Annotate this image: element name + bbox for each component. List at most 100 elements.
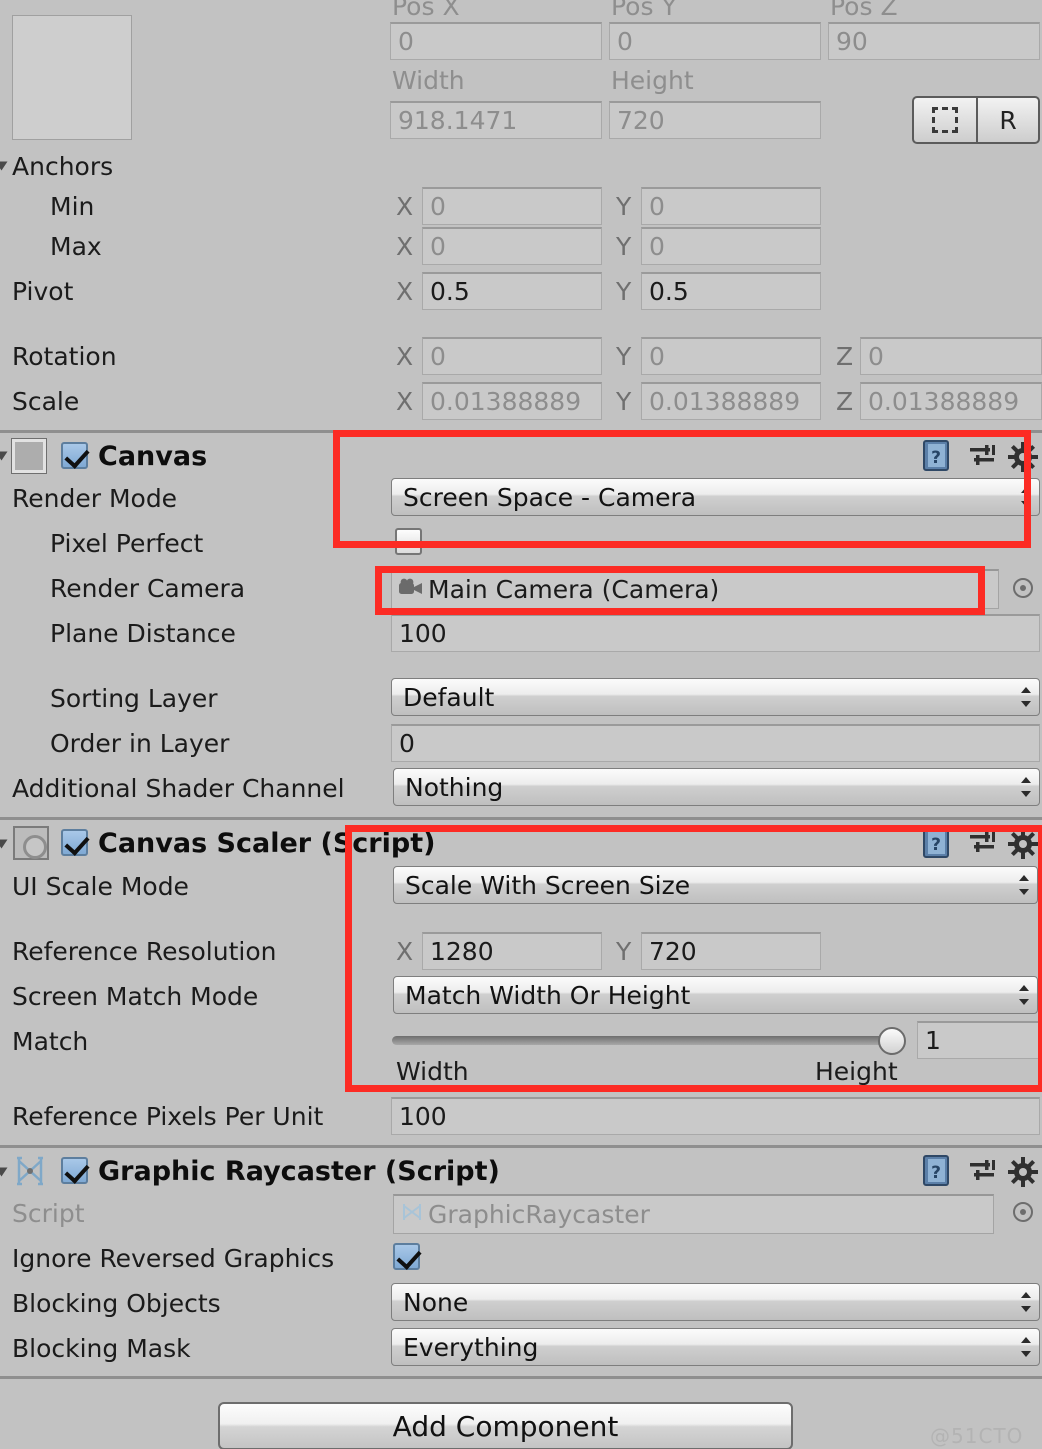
scale-y-axis: Y [616,387,632,416]
preset-icon[interactable] [968,443,996,471]
scale-z-axis: Z [836,387,854,416]
help-icon[interactable]: ? [922,440,952,472]
match-label: Match [12,1027,89,1056]
scale-z-input[interactable]: 0.01388889 [860,382,1042,420]
match-slider-track[interactable] [392,1036,902,1045]
blocking-mask-dropdown[interactable]: Everything [391,1328,1040,1366]
rotation-label: Rotation [12,342,117,371]
graphic-raycaster-enabled-checkbox[interactable] [61,1157,88,1184]
render-camera-value: Main Camera (Camera) [428,575,720,604]
additional-shader-channel-value: Nothing [405,772,504,802]
anchor-min-y-axis: Y [616,192,632,221]
canvas-enabled-checkbox[interactable] [61,442,88,469]
pos-y-header: Pos Y [611,0,677,21]
reference-pixels-per-unit-input[interactable]: 100 [391,1097,1040,1135]
sorting-layer-value: Default [403,682,495,712]
pivot-x-input[interactable]: 0.5 [422,272,602,310]
gear-icon[interactable] [1008,1157,1038,1187]
reference-resolution-y-input[interactable]: 720 [641,932,821,970]
chevron-updown-icon [1019,983,1029,1007]
add-component-button[interactable]: Add Component [218,1402,793,1449]
additional-shader-channel-dropdown[interactable]: Nothing [393,768,1040,806]
anchor-max-y-axis: Y [616,232,632,261]
blocking-objects-label: Blocking Objects [12,1289,221,1318]
pivot-label: Pivot [12,277,74,306]
canvas-foldout-icon[interactable] [0,451,8,461]
chevron-updown-icon [1021,685,1031,709]
pos-y-input[interactable]: 0 [609,22,821,60]
blocking-objects-dropdown[interactable]: None [391,1283,1040,1321]
scale-label: Scale [12,387,80,416]
anchor-max-y-input[interactable]: 0 [641,227,821,265]
sorting-layer-dropdown[interactable]: Default [391,678,1040,716]
scale-x-axis: X [396,387,414,416]
script-icon [400,1200,424,1229]
anchor-min-x-input[interactable]: 0 [422,187,602,225]
blueprint-mode-button[interactable] [914,98,976,142]
pos-z-header: Pos Z [830,0,898,21]
canvas-title: Canvas [98,441,208,472]
footer-separator [0,1376,1042,1379]
reference-resolution-x-input[interactable]: 1280 [422,932,602,970]
reference-resolution-y-axis: Y [616,937,632,966]
render-camera-label: Render Camera [50,574,246,603]
dashed-rect-icon [932,107,958,133]
rotation-y-input[interactable]: 0 [641,337,821,375]
reference-pixels-per-unit-label: Reference Pixels Per Unit [12,1102,324,1131]
height-input[interactable]: 720 [609,101,821,139]
blocking-objects-value: None [403,1287,469,1317]
canvas-scaler-enabled-checkbox[interactable] [61,829,88,856]
scale-y-input[interactable]: 0.01388889 [641,382,821,420]
rect-transform-mode-buttons[interactable]: R [912,96,1040,144]
anchors-foldout-icon[interactable] [0,161,8,171]
canvas-scaler-component-icon [13,826,49,860]
order-in-layer-input[interactable]: 0 [391,724,1040,762]
render-camera-objectfield[interactable]: Main Camera (Camera) [391,569,999,609]
ui-scale-mode-dropdown[interactable]: Scale With Screen Size [393,866,1038,904]
canvas-scaler-foldout-icon[interactable] [0,839,8,849]
gear-icon[interactable] [1008,442,1038,472]
scale-x-input[interactable]: 0.01388889 [422,382,602,420]
preset-icon[interactable] [968,1158,996,1186]
script-label: Script [12,1199,85,1228]
gear-icon[interactable] [1008,829,1038,859]
rotation-y-axis: Y [616,342,632,371]
match-slider-knob[interactable] [878,1027,906,1055]
ignore-reversed-graphics-checkbox[interactable] [393,1243,420,1270]
reference-resolution-x-axis: X [396,937,414,966]
pixel-perfect-checkbox[interactable] [395,528,422,555]
rotation-x-input[interactable]: 0 [422,337,602,375]
preset-icon[interactable] [968,830,996,858]
chevron-updown-icon [1021,1335,1031,1359]
pivot-y-input[interactable]: 0.5 [641,272,821,310]
plane-distance-input[interactable]: 100 [391,614,1040,652]
width-input[interactable]: 918.1471 [390,101,602,139]
svg-text:?: ? [931,835,941,855]
rotation-z-input[interactable]: 0 [860,337,1042,375]
inspector-panel: Pos X Pos Y Pos Z 0 0 90 Width Height 91… [0,0,1042,1449]
script-objectfield: GraphicRaycaster [393,1194,994,1234]
canvas-scaler-title: Canvas Scaler (Script) [98,828,436,859]
match-value-input[interactable]: 1 [917,1021,1042,1059]
anchor-max-x-input[interactable]: 0 [422,227,602,265]
raw-edit-mode-button[interactable]: R [976,98,1038,142]
help-icon[interactable]: ? [922,827,952,859]
help-icon[interactable]: ? [922,1155,952,1187]
pos-z-input[interactable]: 90 [828,22,1040,60]
render-camera-select-icon[interactable] [1013,578,1033,598]
component-preview-thumbnail [12,15,132,140]
chevron-updown-icon [1019,873,1029,897]
anchor-max-label: Max [50,232,102,261]
anchor-min-y-input[interactable]: 0 [641,187,821,225]
graphic-raycaster-foldout-icon[interactable] [0,1167,8,1177]
plane-distance-label: Plane Distance [50,619,236,648]
anchor-min-label: Min [50,192,95,221]
pos-x-input[interactable]: 0 [390,22,602,60]
sorting-layer-label: Sorting Layer [50,684,218,713]
graphic-raycaster-title: Graphic Raycaster (Script) [98,1156,500,1187]
screen-match-mode-label: Screen Match Mode [12,982,259,1011]
screen-match-mode-dropdown[interactable]: Match Width Or Height [393,976,1038,1014]
width-header: Width [392,66,465,95]
render-mode-dropdown[interactable]: Screen Space - Camera [391,478,1040,516]
graphic-raycaster-separator [0,1145,1042,1148]
